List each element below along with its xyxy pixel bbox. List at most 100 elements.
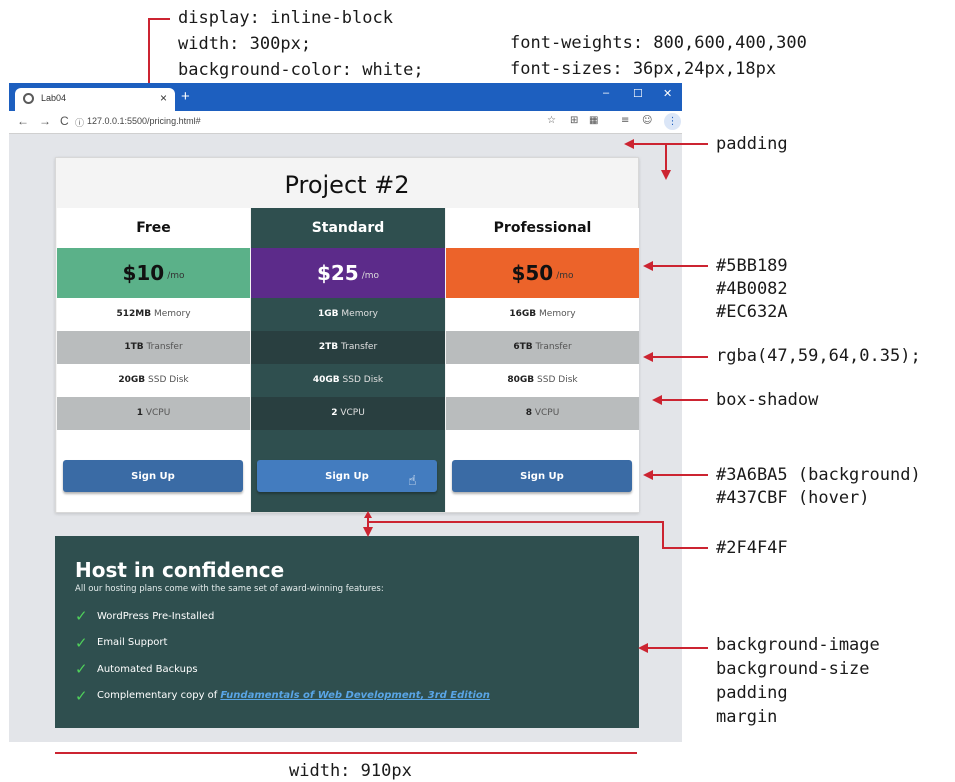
plan-free: Free $10 /mo 512MB Memory 1TB Transfer 2…	[57, 208, 250, 512]
feature-value: 1GB	[318, 309, 339, 319]
price-unit: /mo	[167, 271, 185, 281]
feature-value: 6TB	[513, 342, 533, 352]
annotation-padding-2: padding	[716, 683, 788, 703]
annotation-padding: padding	[716, 134, 788, 154]
feature-value: 2TB	[318, 342, 339, 352]
price-unit: /mo	[361, 271, 380, 281]
feature-row-memory: 1GB Memory	[251, 298, 445, 331]
price-amount: $50	[511, 261, 554, 285]
checkmark-icon: ✓	[75, 607, 88, 626]
connector-line	[662, 547, 708, 549]
feature-label: Memory	[341, 309, 378, 319]
annotation-font-sizes: font-sizes: 36px,24px,18px	[510, 59, 777, 79]
feature-value: 16GB	[509, 309, 537, 319]
feature-value: 20GB	[118, 375, 146, 385]
annotation-font-weights: font-weights: 800,600,400,300	[510, 33, 807, 53]
host-panel: Host in confidence All our hosting plans…	[55, 536, 639, 728]
sign-up-button-professional[interactable]: Sign Up	[452, 460, 632, 492]
checkmark-icon: ✓	[75, 660, 88, 679]
browser-tab[interactable]: Lab04 ×	[15, 88, 175, 111]
annotation-margin: margin	[716, 707, 778, 727]
annotation-rgba: rgba(47,59,64,0.35);	[716, 346, 921, 366]
plan-price: $10 /mo	[57, 248, 250, 298]
reload-icon[interactable]: C	[60, 114, 69, 128]
info-icon: ⓘ	[75, 118, 85, 128]
close-tab-icon[interactable]: ×	[160, 91, 167, 105]
sign-up-button-free[interactable]: Sign Up	[63, 460, 243, 492]
new-tab-button[interactable]: +	[181, 88, 190, 105]
annotation-background: background-color: white;	[178, 60, 424, 80]
feature-value: 2	[331, 408, 338, 418]
feature-label: Transfer	[535, 342, 572, 352]
connector-line	[148, 18, 170, 20]
annotation-bg-image: background-image	[716, 635, 880, 655]
feature-label: SSD Disk	[537, 375, 578, 385]
connector-line	[651, 356, 708, 358]
grid-icon[interactable]: ▦	[589, 115, 598, 126]
price-amount: $10	[122, 261, 165, 285]
annotation-color-pro: #EC632A	[716, 302, 788, 322]
feature-value: 80GB	[507, 375, 535, 385]
book-link[interactable]: Fundamentals of Web Development, 3rd Edi…	[220, 690, 490, 701]
plan-price: $25 /mo	[251, 248, 445, 298]
menu-icon[interactable]: ⋮	[664, 113, 681, 130]
feature-row-vcpu: 8 VCPU	[446, 397, 639, 430]
connector-line	[662, 521, 664, 549]
feature-text: Complementary copy of	[97, 690, 218, 702]
width-line	[55, 752, 637, 754]
connector-line	[651, 265, 708, 267]
plan-professional: Professional $50 /mo 16GB Memory 6TB Tra…	[446, 208, 639, 512]
price-amount: $25	[316, 261, 359, 285]
close-window-button[interactable]: ✕	[663, 87, 672, 100]
annotation-width-910: width: 910px	[289, 761, 412, 781]
feature-row-transfer: 1TB Transfer	[57, 331, 250, 364]
star-icon[interactable]: ☆	[547, 115, 556, 126]
globe-icon	[23, 93, 34, 104]
connector-line	[369, 521, 663, 523]
list-item: ✓ Complementary copy of Fundamentals of We…	[75, 683, 619, 710]
forward-arrow-icon[interactable]: →	[39, 114, 51, 128]
annotation-bg-size: background-size	[716, 659, 870, 679]
feature-label: Transfer	[146, 342, 183, 352]
feature-value: 512MB	[116, 309, 152, 319]
extension-icon[interactable]: ⊞	[570, 115, 578, 126]
feature-row-vcpu: 1 VCPU	[57, 397, 250, 430]
address-bar: ← → C ⓘ 127.0.0.1:5500/pricing.html# ☆ ⊞…	[9, 111, 682, 134]
feature-row-vcpu: 2 VCPU	[251, 397, 445, 430]
plan-name: Standard	[311, 220, 385, 236]
feature-row-disk: 80GB SSD Disk	[446, 364, 639, 397]
feature-value: 1TB	[124, 342, 144, 352]
minimize-button[interactable]: –	[603, 87, 609, 99]
feature-label: VCPU	[145, 408, 171, 418]
tab-bar: Lab04 × + – ☐ ✕	[9, 83, 682, 111]
connector-line	[660, 399, 708, 401]
feature-label: Memory	[153, 309, 191, 319]
feature-row-memory: 512MB Memory	[57, 298, 250, 331]
plan-name: Professional	[493, 220, 592, 236]
back-arrow-icon[interactable]: ←	[17, 114, 29, 128]
profile-icon[interactable]: ☺	[642, 115, 652, 126]
feature-label: SSD Disk	[342, 375, 384, 385]
annotation-display: display: inline-block	[178, 8, 393, 28]
tab-title: Lab04	[41, 93, 67, 103]
feature-row-transfer: 6TB Transfer	[446, 331, 639, 364]
host-title: Host in confidence	[75, 558, 285, 582]
feature-label: Transfer	[340, 342, 378, 352]
list-item: ✓ WordPress Pre-Installed	[75, 603, 619, 630]
feature-row-disk: 20GB SSD Disk	[57, 364, 250, 397]
maximize-button[interactable]: ☐	[633, 87, 643, 100]
feature-label: VCPU	[340, 408, 365, 418]
price-unit: /mo	[556, 271, 574, 281]
feature-text: Automated Backups	[97, 663, 198, 675]
feature-label: SSD Disk	[148, 375, 189, 385]
checkmark-icon: ✓	[75, 633, 88, 652]
feature-row-transfer: 2TB Transfer	[251, 331, 445, 364]
list-item: ✓ Automated Backups	[75, 656, 619, 683]
feature-value: 8	[525, 408, 532, 418]
browser-window: Lab04 × + – ☐ ✕ ← → C ⓘ 127.0.0.1:5500/p…	[9, 83, 682, 742]
url-field[interactable]: 127.0.0.1:5500/pricing.html#	[87, 116, 201, 126]
list-item: ✓ Email Support	[75, 630, 619, 657]
reading-list-icon[interactable]: ≡	[621, 115, 629, 126]
arrow-down-icon	[661, 170, 671, 180]
hand-cursor-icon: ☝	[408, 473, 417, 489]
